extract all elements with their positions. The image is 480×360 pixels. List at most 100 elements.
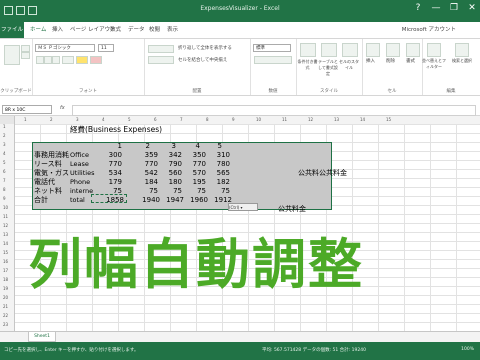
- table-cell[interactable]: 75: [208, 187, 230, 196]
- table-cell[interactable]: 184: [136, 178, 158, 187]
- row-header[interactable]: 20: [3, 295, 8, 300]
- copy-button[interactable]: [21, 52, 30, 59]
- paste-options-button[interactable]: (Ctrl) ▾: [228, 203, 258, 211]
- col-header[interactable]: 9: [232, 117, 235, 122]
- cut-button[interactable]: [21, 45, 30, 52]
- restore-button[interactable]: ❐: [448, 3, 460, 13]
- account-name[interactable]: Microsoft アカウント: [402, 25, 456, 33]
- row-header[interactable]: 17: [3, 268, 8, 273]
- table-cell[interactable]: 560: [160, 169, 182, 178]
- tab-home[interactable]: ホーム: [30, 25, 46, 33]
- table-cell[interactable]: 179: [100, 178, 122, 187]
- row-header[interactable]: 3: [3, 142, 6, 147]
- table-cell[interactable]: 542: [136, 169, 158, 178]
- row-header[interactable]: 6: [3, 169, 6, 174]
- table-cell[interactable]: 770: [100, 160, 122, 169]
- category-en[interactable]: interne: [70, 187, 93, 196]
- redo-icon[interactable]: [28, 6, 37, 15]
- name-box[interactable]: 8R x 10C: [2, 105, 52, 114]
- cell-styles-button[interactable]: [342, 43, 358, 57]
- font-name-select[interactable]: ＭＳ Ｐゴシック: [35, 44, 95, 52]
- row-header[interactable]: 12: [3, 223, 8, 228]
- align-left-button[interactable]: [148, 56, 174, 64]
- category-label[interactable]: 事務用消耗: [34, 151, 69, 160]
- insert-cells-button[interactable]: [366, 43, 380, 57]
- category-label[interactable]: 合計: [34, 196, 48, 205]
- col-header[interactable]: 12: [308, 117, 313, 122]
- format-as-table-button[interactable]: [321, 43, 337, 57]
- table-cell[interactable]: 310: [208, 151, 230, 160]
- header-num[interactable]: 5: [208, 142, 222, 151]
- tab-page-layout[interactable]: ページ レイアウト: [70, 25, 116, 33]
- font-size-select[interactable]: 11: [98, 44, 114, 52]
- sort-filter-button[interactable]: [427, 43, 441, 57]
- category-label[interactable]: 電気・ガス: [34, 169, 69, 178]
- row-header[interactable]: 8: [3, 187, 6, 192]
- row-header[interactable]: 14: [3, 241, 8, 246]
- col-header[interactable]: 6: [154, 117, 157, 122]
- row-header[interactable]: 16: [3, 259, 8, 264]
- col-header[interactable]: 7: [180, 117, 183, 122]
- save-icon[interactable]: [4, 6, 13, 15]
- table-cell[interactable]: 770: [136, 160, 158, 169]
- number-format-buttons[interactable]: [254, 56, 292, 64]
- header-num[interactable]: 2: [136, 142, 150, 151]
- header-num[interactable]: 1: [108, 142, 122, 151]
- table-cell[interactable]: 570: [184, 169, 206, 178]
- sheet-title[interactable]: 経費(Business Expenses): [70, 125, 162, 134]
- fill-color-button[interactable]: [76, 56, 88, 64]
- table-cell[interactable]: 1947: [160, 196, 184, 205]
- row-header[interactable]: 5: [3, 160, 6, 165]
- row-header[interactable]: 18: [3, 277, 8, 282]
- row-header[interactable]: 1: [3, 124, 6, 129]
- help-button[interactable]: ?: [412, 3, 424, 13]
- row-header[interactable]: 2: [3, 133, 6, 138]
- category-en[interactable]: Utilities: [70, 169, 94, 178]
- paste-button[interactable]: [4, 45, 20, 65]
- italic-button[interactable]: [44, 56, 52, 64]
- table-cell[interactable]: 180: [160, 178, 182, 187]
- table-cell[interactable]: 534: [100, 169, 122, 178]
- row-header[interactable]: 9: [3, 196, 6, 201]
- category-en[interactable]: Phone: [70, 178, 90, 187]
- category-label[interactable]: ネット料: [34, 187, 62, 196]
- row-header[interactable]: 11: [3, 214, 8, 219]
- col-header[interactable]: 5: [128, 117, 131, 122]
- category-label[interactable]: 電話代: [34, 178, 55, 187]
- row-header[interactable]: 21: [3, 304, 8, 309]
- table-cell[interactable]: 1940: [136, 196, 160, 205]
- border-button[interactable]: [62, 56, 74, 64]
- side-text-public[interactable]: 公共料金: [278, 205, 306, 214]
- col-header[interactable]: 8: [206, 117, 209, 122]
- row-header[interactable]: 19: [3, 286, 8, 291]
- find-select-button[interactable]: [455, 43, 469, 57]
- category-en[interactable]: Lease: [70, 160, 89, 169]
- table-cell[interactable]: 75: [136, 187, 158, 196]
- select-all-corner[interactable]: [0, 116, 15, 124]
- category-en[interactable]: Office: [70, 151, 89, 160]
- row-header[interactable]: 4: [3, 151, 6, 156]
- tab-data[interactable]: データ: [128, 25, 145, 33]
- table-cell[interactable]: 770: [184, 160, 206, 169]
- close-button[interactable]: ✕: [466, 3, 478, 13]
- table-cell[interactable]: 75: [100, 187, 122, 196]
- delete-cells-button[interactable]: [386, 43, 400, 57]
- table-cell[interactable]: 1960: [184, 196, 208, 205]
- table-cell[interactable]: 195: [184, 178, 206, 187]
- tab-review[interactable]: 校閲: [149, 25, 160, 33]
- number-format-select[interactable]: 標準: [253, 44, 291, 52]
- row-header[interactable]: 22: [3, 313, 8, 318]
- zoom-level[interactable]: 100%: [461, 347, 474, 352]
- table-cell[interactable]: 342: [160, 151, 182, 160]
- fx-label[interactable]: fx: [60, 105, 65, 111]
- row-header[interactable]: 7: [3, 178, 6, 183]
- col-header[interactable]: 2: [50, 117, 53, 122]
- col-header[interactable]: 14: [360, 117, 365, 122]
- merge-center-button[interactable]: セルを結合して中央揃え: [178, 57, 227, 63]
- category-label[interactable]: リース料: [34, 160, 62, 169]
- tab-formulas[interactable]: 数式: [110, 25, 121, 33]
- bold-button[interactable]: [36, 56, 44, 64]
- table-cell[interactable]: 75: [184, 187, 206, 196]
- formula-input[interactable]: [72, 105, 476, 116]
- table-cell[interactable]: 350: [184, 151, 206, 160]
